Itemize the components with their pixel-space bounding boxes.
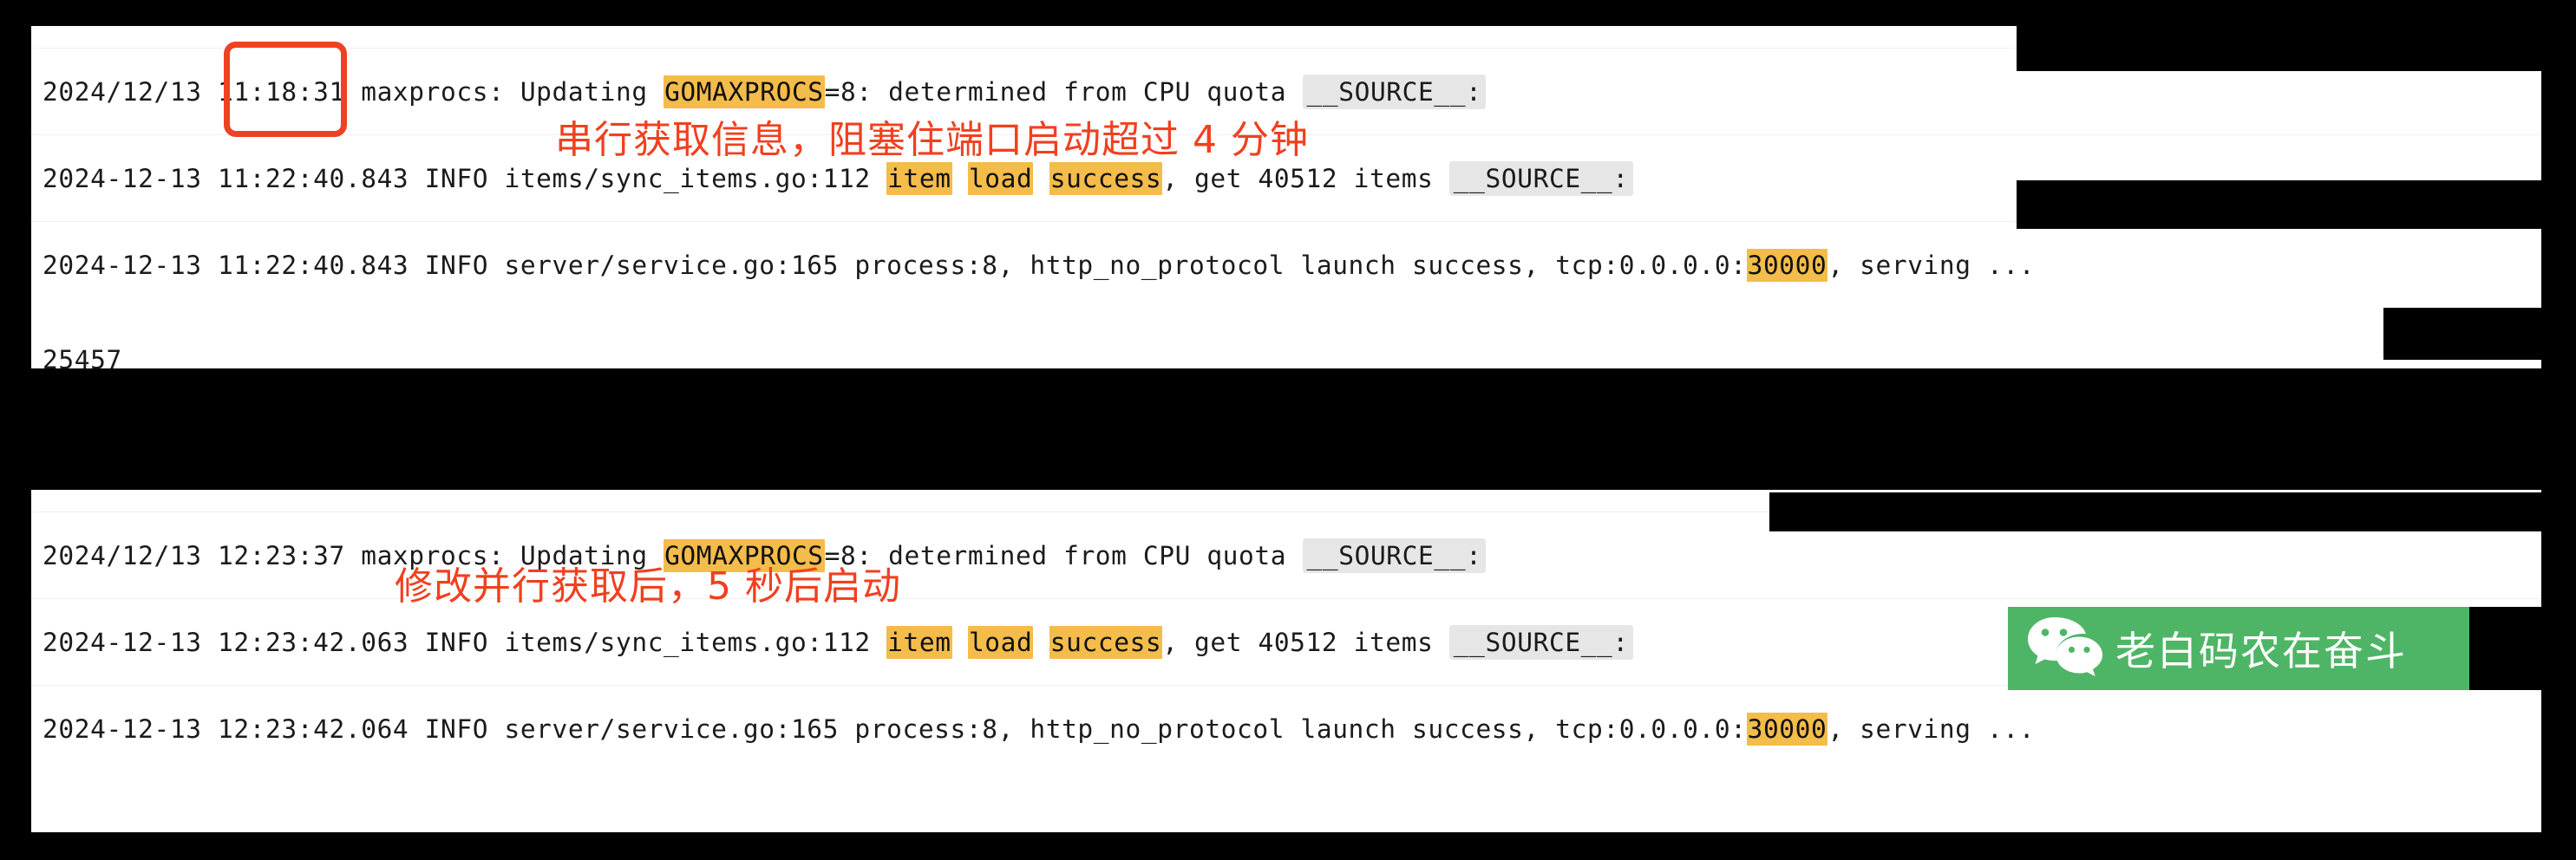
log-text-segment xyxy=(1033,164,1049,193)
highlight-source-tag: __SOURCE__: xyxy=(1448,625,1633,660)
redaction-bar-right-edge xyxy=(2541,0,2576,860)
redaction-bar-top-edge xyxy=(31,0,2541,26)
highlight-success: success xyxy=(1049,626,1163,659)
redaction-bar xyxy=(2468,607,2541,690)
log-text-segment: 2024/12/13 11:18:31 maxprocs: Updating xyxy=(42,77,664,107)
wechat-watermark-label: 老白码农在奋斗 xyxy=(2115,628,2407,674)
redaction-bar xyxy=(2017,26,2541,71)
highlight-source-tag: __SOURCE__: xyxy=(1302,75,1487,109)
annotation-callout-parallel: 修改并行获取后，5 秒后启动 xyxy=(395,564,901,609)
log-text-segment: 2024-12-13 11:22:40.843 INFO items/sync_… xyxy=(42,164,887,193)
log-text-segment: , get 40512 items xyxy=(1162,164,1449,193)
wechat-icon xyxy=(2028,617,2102,677)
log-text-segment xyxy=(1033,628,1049,657)
log-text-segment xyxy=(952,628,968,657)
highlight-item: item xyxy=(886,162,952,195)
highlight-item: item xyxy=(886,626,952,659)
redaction-bar xyxy=(2017,180,2541,229)
redaction-bar-left-edge xyxy=(0,0,31,860)
highlight-source-tag: __SOURCE__: xyxy=(1302,538,1487,573)
log-row-launch-before[interactable]: 2024-12-13 11:22:40.843 INFO server/serv… xyxy=(30,222,2541,309)
redaction-bar-bottom-edge xyxy=(31,832,2541,860)
redaction-bar xyxy=(1769,492,2541,531)
log-text-segment: 2024-12-13 12:23:42.064 INFO server/serv… xyxy=(42,714,1747,744)
redaction-gap-between-blocks xyxy=(31,368,2541,490)
wechat-watermark-badge: 老白码农在奋斗 xyxy=(2008,607,2469,690)
log-text-segment: 2024-12-13 11:22:40.843 INFO server/serv… xyxy=(42,251,1747,280)
log-text-segment: =8: determined from CPU quota xyxy=(824,77,1303,107)
highlight-port: 30000 xyxy=(1746,713,1828,746)
screenshot-root: 2024/12/13 11:18:31 maxprocs: Updating G… xyxy=(0,0,2576,860)
highlight-gomaxprocs: GOMAXPROCS xyxy=(664,75,825,108)
highlight-success: success xyxy=(1049,162,1163,195)
log-text-segment: 2024-12-13 12:23:42.063 INFO items/sync_… xyxy=(42,628,887,657)
annotation-callout-serial: 串行获取信息，阻塞住端口启动超过 4 分钟 xyxy=(555,118,1309,162)
redaction-bar xyxy=(2383,308,2544,360)
log-text-segment xyxy=(952,164,968,193)
highlight-port: 30000 xyxy=(1746,249,1828,282)
highlight-load: load xyxy=(967,626,1034,659)
log-row-launch-after[interactable]: 2024-12-13 12:23:42.064 INFO server/serv… xyxy=(30,686,2541,772)
highlight-source-tag: __SOURCE__: xyxy=(1448,161,1633,196)
highlight-load: load xyxy=(967,162,1034,195)
log-text-segment: , get 40512 items xyxy=(1162,628,1449,657)
log-text-segment: , serving ... xyxy=(1827,251,2036,280)
log-text-segment: , serving ... xyxy=(1827,714,2036,744)
